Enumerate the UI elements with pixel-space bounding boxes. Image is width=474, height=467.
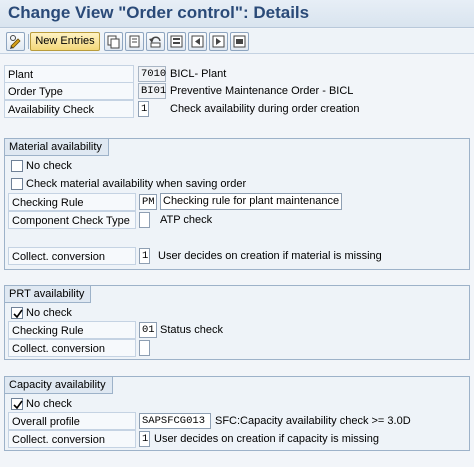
- material-checking-rule-field[interactable]: PM: [139, 194, 157, 210]
- component-check-type-description: ATP check: [160, 214, 213, 226]
- material-check-on-save-label: Check material availability when saving …: [26, 178, 247, 190]
- undo-icon[interactable]: [146, 32, 165, 51]
- capacity-availability-group: Capacity availability No check Overall p…: [4, 376, 470, 451]
- availability-check-field[interactable]: 1: [138, 101, 149, 117]
- component-check-type-label: Component Check Type: [8, 211, 136, 229]
- checkmark-icon: [13, 309, 23, 319]
- capacity-collect-conversion-label: Collect. conversion: [8, 430, 136, 448]
- material-collect-conversion-field[interactable]: 1: [139, 248, 150, 264]
- availability-check-description: Check availability during order creation: [170, 103, 360, 115]
- capacity-availability-title: Capacity availability: [5, 377, 113, 394]
- title-bar: Change View "Order control": Details: [0, 0, 474, 28]
- prt-availability-group: PRT availability No check Checking Rule …: [4, 285, 470, 360]
- capacity-collect-conversion-description: User decides on creation if capacity is …: [154, 433, 379, 445]
- other-entry-icon[interactable]: [230, 32, 249, 51]
- order-type-field[interactable]: BI01: [138, 83, 166, 99]
- page-title: Change View "Order control": Details: [8, 3, 310, 22]
- prt-no-check-label: No check: [26, 307, 72, 319]
- prt-checking-rule-description: Status check: [160, 324, 223, 336]
- change-display-icon[interactable]: [6, 32, 25, 51]
- capacity-no-check-label: No check: [26, 398, 72, 410]
- prt-collect-conversion-label: Collect. conversion: [8, 339, 136, 357]
- overall-profile-description: SFC:Capacity availability check >= 3.0D: [215, 415, 411, 427]
- component-check-type-field[interactable]: [139, 212, 150, 228]
- material-availability-group: Material availability No check Check mat…: [4, 138, 470, 270]
- delete-icon[interactable]: [125, 32, 144, 51]
- material-checking-rule-description: Checking rule for plant maintenance: [160, 193, 343, 210]
- availability-check-label: Availability Check: [4, 100, 134, 118]
- select-all-icon[interactable]: [167, 32, 186, 51]
- overall-profile-field[interactable]: SAPSFCG013: [139, 413, 211, 429]
- copy-icon[interactable]: [104, 32, 123, 51]
- capacity-no-check-checkbox[interactable]: [11, 398, 23, 410]
- plant-field[interactable]: 7010: [138, 66, 166, 82]
- prt-no-check-checkbox[interactable]: [11, 307, 23, 319]
- material-availability-title: Material availability: [5, 139, 109, 156]
- order-type-description: Preventive Maintenance Order - BICL: [170, 85, 354, 97]
- material-no-check-label: No check: [26, 160, 72, 172]
- plant-description: BICL- Plant: [170, 68, 227, 80]
- toolbar-separator: [28, 34, 29, 49]
- material-no-check-checkbox[interactable]: [11, 160, 23, 172]
- overall-profile-label: Overall profile: [8, 412, 136, 430]
- prt-availability-title: PRT availability: [5, 286, 92, 303]
- next-entry-icon[interactable]: [209, 32, 228, 51]
- capacity-collect-conversion-field[interactable]: 1: [139, 431, 150, 447]
- material-checking-rule-label: Checking Rule: [8, 193, 136, 211]
- prt-checking-rule-field[interactable]: 01: [139, 322, 157, 338]
- checkmark-icon: [13, 400, 23, 410]
- prt-checking-rule-label: Checking Rule: [8, 321, 136, 339]
- prt-collect-conversion-field[interactable]: [139, 340, 150, 356]
- application-toolbar: New Entries: [0, 29, 474, 54]
- order-type-label: Order Type: [4, 82, 134, 100]
- material-collect-conversion-description: User decides on creation if material is …: [158, 250, 382, 262]
- new-entries-button[interactable]: New Entries: [30, 32, 100, 51]
- previous-entry-icon[interactable]: [188, 32, 207, 51]
- plant-label: Plant: [4, 65, 134, 83]
- material-collect-conversion-label: Collect. conversion: [8, 247, 136, 265]
- material-check-on-save-checkbox[interactable]: [11, 178, 23, 190]
